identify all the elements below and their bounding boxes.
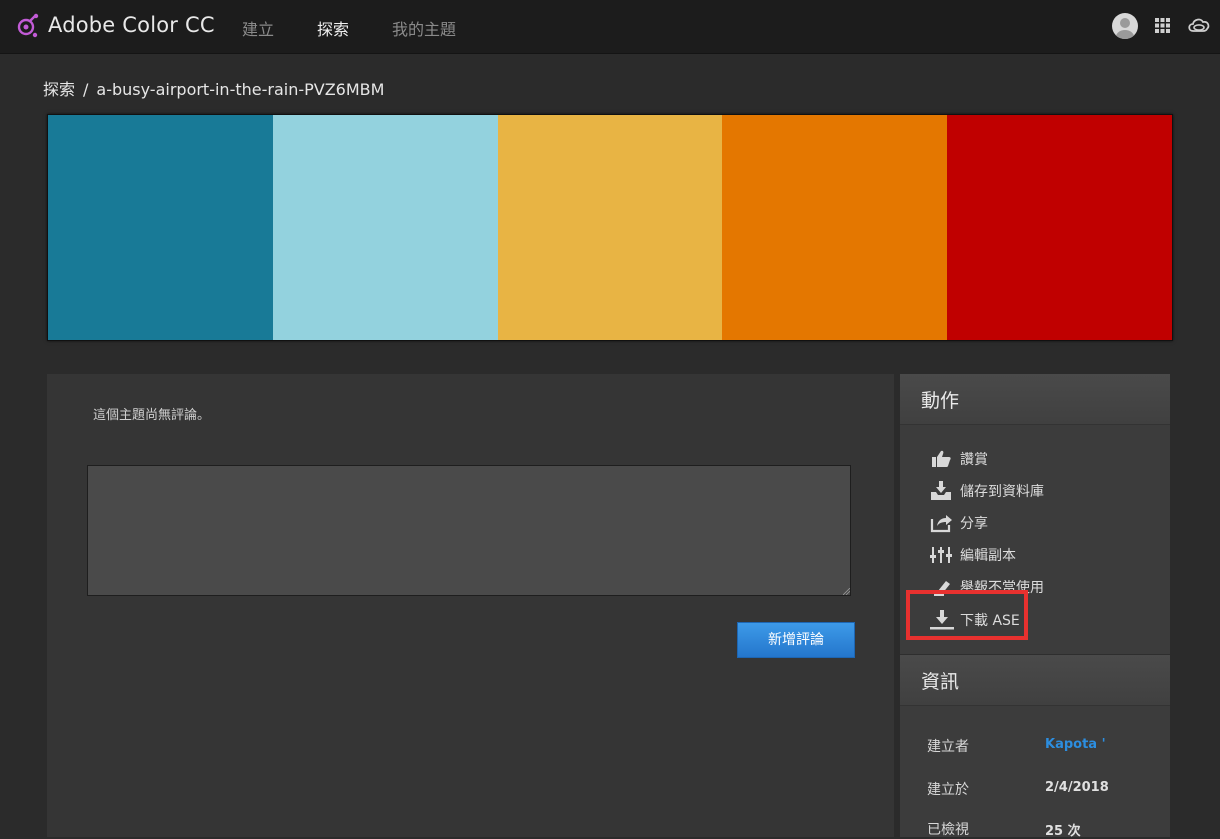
adobe-color-logo-icon[interactable] bbox=[16, 13, 40, 39]
info-views-key: 已檢視 bbox=[927, 822, 969, 838]
breadcrumb-section[interactable]: 探索 bbox=[43, 80, 75, 99]
action-edit-copy-label: 編輯副本 bbox=[960, 548, 1016, 564]
action-appreciate[interactable]: 讚賞 bbox=[930, 447, 988, 471]
action-share-label: 分享 bbox=[960, 516, 988, 532]
resize-grip-icon[interactable] bbox=[843, 588, 850, 595]
info-header: 資訊 bbox=[900, 655, 1170, 706]
user-silhouette-icon bbox=[1116, 18, 1134, 39]
action-report-label: 舉報不當使用 bbox=[960, 580, 1044, 596]
nav-create[interactable]: 建立 bbox=[242, 16, 274, 40]
report-icon bbox=[934, 581, 950, 596]
breadcrumb: 探索 / a-busy-airport-in-the-rain-PVZ6MBM bbox=[43, 76, 384, 100]
color-swatch-2[interactable] bbox=[272, 115, 498, 340]
comment-input[interactable] bbox=[87, 465, 851, 596]
info-creator-value[interactable]: Kapota ' bbox=[1045, 737, 1106, 752]
comments-panel: 這個主題尚無評論。 新增評論 bbox=[47, 374, 894, 837]
color-palette bbox=[47, 114, 1173, 341]
action-report[interactable]: 舉報不當使用 bbox=[930, 575, 1044, 599]
color-swatch-4[interactable] bbox=[722, 115, 948, 340]
app-title[interactable]: Adobe Color CC bbox=[48, 13, 215, 37]
info-creator-key: 建立者 bbox=[927, 739, 969, 755]
action-download-ase[interactable]: 下載 ASE bbox=[930, 608, 1020, 632]
action-save-to-library[interactable]: 儲存到資料庫 bbox=[930, 479, 1044, 503]
info-created-value: 2/4/2018 bbox=[1045, 780, 1109, 795]
thumbs-up-icon bbox=[932, 450, 951, 467]
actions-header: 動作 bbox=[900, 374, 1170, 425]
color-swatch-1[interactable] bbox=[48, 115, 273, 340]
apps-grid-icon[interactable] bbox=[1155, 18, 1170, 33]
info-views-value: 25 次 bbox=[1045, 824, 1081, 839]
actions-title: 動作 bbox=[921, 390, 960, 412]
creative-cloud-icon[interactable] bbox=[1187, 15, 1211, 35]
action-share[interactable]: 分享 bbox=[930, 511, 988, 535]
action-edit-copy[interactable]: 編輯副本 bbox=[930, 543, 1016, 567]
nav-explore[interactable]: 探索 bbox=[317, 16, 349, 40]
breadcrumb-separator: / bbox=[83, 80, 89, 99]
breadcrumb-theme-name: a-busy-airport-in-the-rain-PVZ6MBM bbox=[96, 80, 385, 99]
info-created-key: 建立於 bbox=[927, 782, 969, 798]
action-save-to-library-label: 儲存到資料庫 bbox=[960, 484, 1044, 500]
download-icon bbox=[930, 610, 954, 630]
no-comments-message: 這個主題尚無評論。 bbox=[93, 408, 211, 423]
save-to-library-icon bbox=[931, 481, 951, 500]
action-appreciate-label: 讚賞 bbox=[960, 452, 988, 468]
add-comment-button[interactable]: 新增評論 bbox=[737, 622, 855, 658]
edit-copy-icon bbox=[930, 547, 952, 563]
color-swatch-3[interactable] bbox=[497, 115, 723, 340]
action-download-ase-label: 下載 ASE bbox=[960, 613, 1020, 629]
top-bar: Adobe Color CC 建立 探索 我的主題 bbox=[0, 0, 1220, 54]
side-panel: 動作 讚賞 儲存到資料庫 分享 編輯副本 舉報不當使用 下載 ASE 資訊 建立… bbox=[900, 374, 1170, 839]
info-title: 資訊 bbox=[921, 671, 960, 693]
avatar[interactable] bbox=[1112, 13, 1138, 39]
color-swatch-5[interactable] bbox=[947, 115, 1172, 340]
nav-my-themes[interactable]: 我的主題 bbox=[392, 16, 456, 40]
share-icon bbox=[930, 515, 952, 533]
